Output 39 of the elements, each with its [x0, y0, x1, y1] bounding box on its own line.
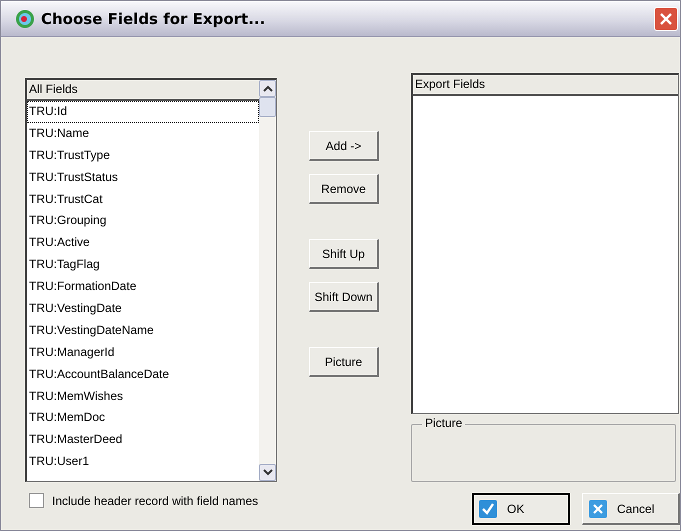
field-list-item[interactable]: TRU:TrustCat — [27, 188, 259, 210]
dialog-button[interactable]: Cancel — [582, 493, 680, 525]
action-button[interactable]: Picture — [309, 347, 379, 377]
window-title: Choose Fields for Export... — [41, 10, 266, 28]
field-list-item[interactable]: TRU:Id — [27, 101, 259, 123]
field-list-item[interactable]: TRU:MasterDeed — [27, 429, 259, 452]
field-list-item[interactable]: TRU:VestingDateName — [27, 320, 259, 342]
checkbox[interactable] — [29, 493, 44, 508]
check-icon — [479, 500, 497, 518]
field-list-item[interactable]: TRU:FormationDate — [27, 276, 259, 298]
field-list-item[interactable]: TRU:Name — [27, 122, 259, 145]
close-icon — [589, 500, 607, 518]
include-header-checkbox[interactable]: Include header record with field names — [29, 493, 258, 508]
close-button[interactable] — [654, 6, 678, 30]
field-list-item[interactable]: TRU:TrustType — [27, 144, 259, 167]
scroll-thumb[interactable] — [259, 97, 276, 117]
action-button[interactable]: Shift Down — [309, 282, 379, 312]
close-icon[interactable] — [659, 12, 673, 26]
field-list-item[interactable]: TRU:AccountBalanceDate — [27, 364, 259, 386]
field-list-item[interactable]: TRU:TagFlag — [27, 254, 259, 276]
group-label: Picture — [422, 416, 466, 430]
field-list-item[interactable]: TRU:Grouping — [27, 210, 259, 232]
scrollbar[interactable] — [259, 80, 276, 481]
action-button[interactable]: Remove — [309, 174, 379, 204]
globe-icon — [15, 8, 35, 28]
chevron-down-icon[interactable] — [262, 469, 272, 476]
field-list-item[interactable]: TRU:TrustStatus — [27, 166, 259, 189]
chevron-up-icon[interactable] — [262, 85, 272, 92]
dialog-button[interactable]: OK — [472, 493, 570, 525]
field-list-item[interactable]: TRU:MemWishes — [27, 386, 259, 408]
action-button[interactable]: Shift Up — [309, 239, 379, 269]
column-header[interactable]: All Fields — [27, 80, 259, 101]
field-list-item[interactable]: TRU:Active — [27, 232, 259, 254]
field-list-item[interactable]: TRU:User1 — [27, 451, 259, 474]
field-list-item[interactable]: TRU:ManagerId — [27, 342, 259, 364]
action-button[interactable]: Add -> — [309, 131, 379, 161]
field-list-item[interactable]: TRU:VestingDate — [27, 298, 259, 320]
column-header[interactable]: Export Fields — [413, 75, 678, 96]
field-list-item[interactable]: TRU:MemDoc — [27, 407, 259, 430]
